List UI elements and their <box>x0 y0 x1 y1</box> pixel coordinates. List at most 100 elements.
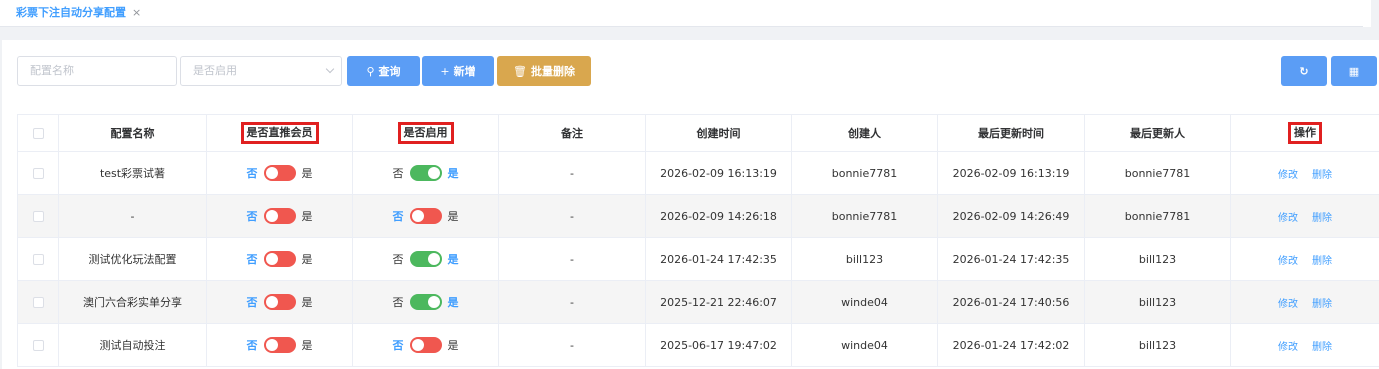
refresh-button[interactable]: ↻ <box>1281 56 1327 86</box>
header-creator: 创建人 <box>791 114 938 152</box>
row-select[interactable] <box>17 237 59 281</box>
header-select-all[interactable] <box>17 114 59 152</box>
cell-updater: bonnie7781 <box>1084 151 1231 195</box>
toggle-switch[interactable] <box>409 251 442 267</box>
switch-yes-label: 是 <box>447 210 459 223</box>
cell-actions: 修改 删除 <box>1230 151 1379 195</box>
toggle-knob <box>411 210 424 222</box>
switch-yes-label: 是 <box>301 210 313 223</box>
direct-member-switch[interactable]: 否 是 <box>247 294 313 310</box>
checkbox[interactable] <box>32 211 44 222</box>
toggle-switch[interactable] <box>409 208 442 224</box>
switch-no-label: 否 <box>392 210 404 223</box>
header-updated-at: 最后更新时间 <box>937 114 1085 152</box>
toggle-switch[interactable] <box>409 337 442 353</box>
enabled-switch[interactable]: 否 是 <box>393 165 459 181</box>
header-actions: 操作 <box>1230 114 1379 152</box>
enabled-switch[interactable]: 否 是 <box>393 337 459 353</box>
checkbox[interactable] <box>32 297 44 308</box>
edit-link[interactable]: 修改 <box>1278 338 1298 353</box>
switch-no-label: 否 <box>246 296 258 309</box>
enabled-select[interactable]: 是否启用 <box>180 56 342 86</box>
cell-remark: - <box>498 151 646 195</box>
checkbox[interactable] <box>32 254 44 265</box>
switch-yes-label: 是 <box>447 167 459 180</box>
direct-member-switch[interactable]: 否 是 <box>247 337 313 353</box>
row-select[interactable] <box>17 323 59 367</box>
delete-link[interactable]: 删除 <box>1312 252 1332 267</box>
edit-link[interactable]: 修改 <box>1278 252 1298 267</box>
direct-member-switch[interactable]: 否 是 <box>247 251 313 267</box>
delete-link[interactable]: 删除 <box>1312 209 1332 224</box>
row-select[interactable] <box>17 151 59 195</box>
batch-delete-label: 批量删除 <box>530 65 575 78</box>
table-row: 测试优化玩法配置 否 是 否 是 - 2026-01-24 17:42:35 b… <box>17 237 1379 281</box>
table-header-row: 配置名称 是否直推会员 是否启用 备注 创建时间 创建人 最后更新时间 最后更新… <box>17 114 1379 152</box>
close-icon[interactable]: × <box>132 6 141 19</box>
scrollbar[interactable] <box>1363 0 1371 27</box>
cell-name: 澳门六合彩实单分享 <box>58 280 207 324</box>
toggle-knob <box>265 167 278 179</box>
cell-created-at: 2025-12-21 22:46:07 <box>645 280 792 324</box>
cell-enabled: 否 是 <box>352 237 499 281</box>
cell-name: 测试自动投注 <box>58 323 207 367</box>
direct-member-switch[interactable]: 否 是 <box>247 165 313 181</box>
query-button[interactable]: ⚲ 查询 <box>347 56 420 86</box>
checkbox[interactable] <box>32 168 44 179</box>
column-settings-button[interactable]: ▦ <box>1331 56 1377 86</box>
switch-yes-label: 是 <box>447 296 459 309</box>
switch-no-label: 否 <box>392 296 404 309</box>
tab-lottery-share-config[interactable]: 彩票下注自动分享配置 × <box>16 4 141 20</box>
edit-link[interactable]: 修改 <box>1278 295 1298 310</box>
cell-created-at: 2026-02-09 14:26:18 <box>645 194 792 238</box>
config-name-input[interactable]: 配置名称 <box>17 56 177 86</box>
toggle-switch[interactable] <box>263 294 296 310</box>
cell-creator: bonnie7781 <box>791 151 938 195</box>
enabled-switch[interactable]: 否 是 <box>393 208 459 224</box>
toggle-switch[interactable] <box>409 165 442 181</box>
cell-updater: bill123 <box>1084 323 1231 367</box>
enabled-switch[interactable]: 否 是 <box>393 251 459 267</box>
cell-creator: winde04 <box>791 323 938 367</box>
refresh-icon: ↻ <box>1299 64 1309 78</box>
add-button[interactable]: + 新增 <box>422 56 494 86</box>
direct-member-switch[interactable]: 否 是 <box>247 208 313 224</box>
cell-creator: winde04 <box>791 280 938 324</box>
toggle-knob <box>265 253 278 265</box>
cell-updater: bill123 <box>1084 237 1231 281</box>
toggle-switch[interactable] <box>263 165 296 181</box>
edit-link[interactable]: 修改 <box>1278 209 1298 224</box>
enabled-switch[interactable]: 否 是 <box>393 294 459 310</box>
cell-enabled: 否 是 <box>352 151 499 195</box>
highlight-box: 是否直推会员 <box>240 122 319 144</box>
checkbox[interactable] <box>32 128 44 139</box>
row-select[interactable] <box>17 194 59 238</box>
highlight-box: 操作 <box>1288 122 1322 144</box>
header-created-at: 创建时间 <box>645 114 792 152</box>
cell-updated-at: 2026-01-24 17:42:02 <box>937 323 1085 367</box>
enabled-placeholder: 是否启用 <box>193 64 237 77</box>
batch-delete-button[interactable]: 🗑 批量删除 <box>497 56 591 86</box>
highlight-box: 是否启用 <box>397 122 454 144</box>
cell-direct-member: 否 是 <box>206 194 353 238</box>
chevron-down-icon <box>325 64 335 74</box>
cell-direct-member: 否 是 <box>206 323 353 367</box>
cell-created-at: 2025-06-17 19:47:02 <box>645 323 792 367</box>
delete-link[interactable]: 删除 <box>1312 166 1332 181</box>
toggle-knob <box>427 253 440 265</box>
toggle-switch[interactable] <box>263 251 296 267</box>
toggle-switch[interactable] <box>263 208 296 224</box>
toggle-knob <box>265 296 278 308</box>
checkbox[interactable] <box>32 340 44 351</box>
switch-no-label: 否 <box>392 167 404 180</box>
cell-remark: - <box>498 280 646 324</box>
table-row: test彩票试著 否 是 否 是 - 2026-02-09 16:13:19 b… <box>17 151 1379 195</box>
row-select[interactable] <box>17 280 59 324</box>
toggle-switch[interactable] <box>263 337 296 353</box>
search-toolbar: 配置名称 是否启用 ⚲ 查询 + 新增 🗑 批量删除 ↻ ▦ <box>2 40 1379 110</box>
toggle-switch[interactable] <box>409 294 442 310</box>
edit-link[interactable]: 修改 <box>1278 166 1298 181</box>
switch-yes-label: 是 <box>301 296 313 309</box>
delete-link[interactable]: 删除 <box>1312 295 1332 310</box>
delete-link[interactable]: 删除 <box>1312 338 1332 353</box>
